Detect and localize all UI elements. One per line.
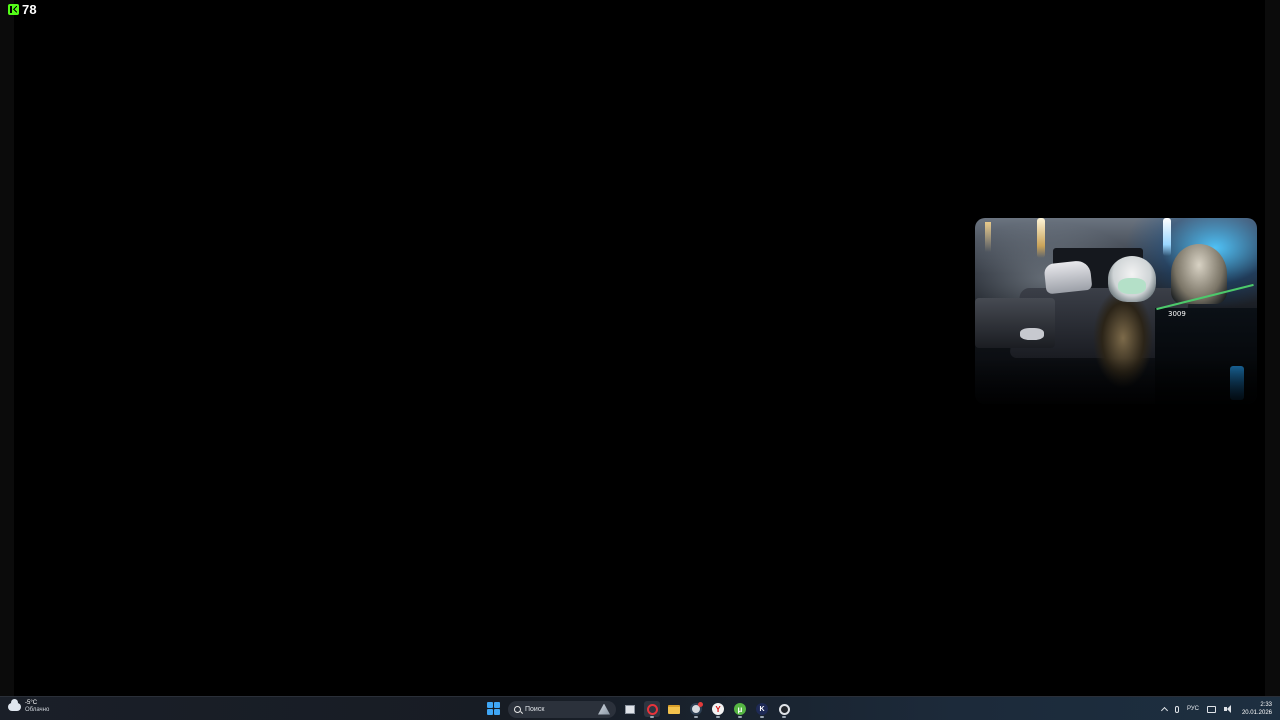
webcam-streamer-hat [1108,256,1156,302]
taskbar-app-opera[interactable] [644,701,660,718]
monitor-icon[interactable] [1206,705,1216,713]
webcam-overlay: 3009 [975,218,1257,404]
weather-condition: Облачно [25,707,50,713]
stream-left-border [0,0,14,696]
viewer-count-badge: 78 [8,1,37,17]
windows-start-icon [487,702,501,716]
weather-temperature: -5°C [25,700,38,706]
volume-icon[interactable] [1223,705,1234,713]
taskbar-center: Поиск Y μ K [486,699,792,719]
webcam-lamp-right [1163,218,1171,256]
task-view-icon [625,704,635,714]
chevron-up-icon[interactable] [1160,706,1168,715]
kick-logo-icon [8,3,19,15]
steam-icon [690,702,703,715]
running-indicator [716,716,720,718]
webcam-lamp-left [1037,218,1045,258]
taskbar-app-k[interactable]: K [754,701,770,718]
webcam-table [975,298,1055,348]
microphone-icon[interactable] [1174,705,1179,713]
weather-widget[interactable]: -5°C Облачно [8,699,49,714]
windows-taskbar: -5°C Облачно Поиск Y μ K РУС 2:33 20.01.… [0,696,1280,720]
webcam-overlay-text: 3009 [1168,310,1186,318]
yandex-icon: Y [712,703,724,715]
webcam-floor-shadow [975,358,1257,404]
utorrent-icon: μ [734,703,746,715]
start-button[interactable] [486,701,502,717]
weather-text: -5°C Облачно [25,700,49,714]
search-highlight-icon [598,703,610,715]
folder-icon [668,704,680,714]
taskbar-app-utorrent[interactable]: μ [732,701,748,718]
clock-time: 2:33 [1260,702,1272,708]
stream-right-border [1265,0,1280,696]
stream-viewport[interactable]: 78 3009 [0,0,1280,696]
clock-date: 20.01.2026 [1241,710,1272,716]
taskbar-search[interactable]: Поиск [508,700,616,718]
clock[interactable]: 2:33 20.01.2026 [1242,701,1272,717]
task-view-button[interactable] [622,701,638,717]
taskbar-app-obs[interactable] [776,701,792,718]
search-icon [514,705,521,713]
running-indicator [738,716,742,718]
running-indicator [782,716,786,718]
viewer-count: 78 [22,1,37,17]
running-indicator [694,716,698,718]
running-indicator [650,716,654,718]
k-app-icon: K [756,703,768,715]
taskbar-app-steam[interactable] [688,701,704,718]
language-indicator[interactable]: РУС [1187,706,1199,712]
webcam-hooded-figure [1171,244,1227,304]
running-indicator [760,716,764,718]
webcam-cup [1020,328,1044,340]
cloud-icon [8,699,21,711]
obs-icon [778,703,790,715]
system-tray: РУС 2:33 20.01.2026 [1160,699,1272,719]
webcam-wall-light [985,222,991,252]
taskbar-app-yandex[interactable]: Y [710,701,726,718]
taskbar-app-file-explorer[interactable] [666,701,682,717]
webcam-pillow [1043,259,1093,295]
opera-icon [646,703,658,715]
search-placeholder: Поиск [525,705,545,713]
